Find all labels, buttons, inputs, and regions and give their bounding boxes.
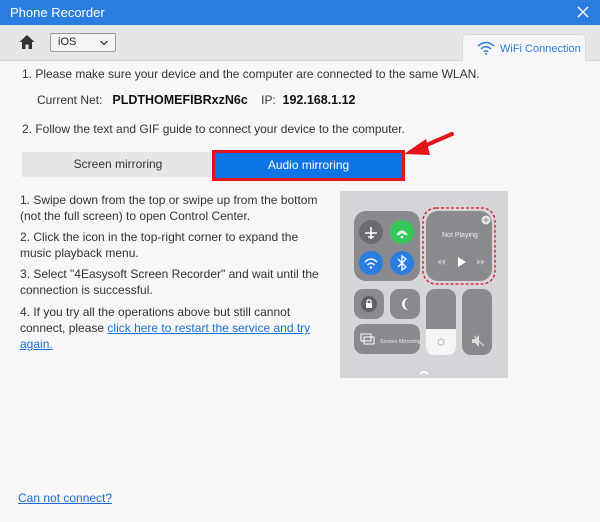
instruction-4: 4. If you try all the operations above b… [20, 304, 320, 352]
ip-label: IP: [261, 93, 276, 107]
main-content: 1. Please make sure your device and the … [0, 61, 600, 522]
device-select-value: iOS [58, 36, 77, 48]
home-icon[interactable] [18, 33, 36, 51]
screen-mirroring-text: Screen Mirroring [380, 339, 421, 345]
volume-slider [462, 289, 492, 355]
tab-wifi-connection[interactable]: WiFi Connection [462, 34, 586, 62]
not-playing-text: Not Playing [442, 232, 478, 239]
red-arrow-annotation [404, 132, 454, 155]
instruction-1: 1. Swipe down from the top or swipe up f… [20, 193, 318, 223]
instruction-2: 2. Click the icon in the top-right corne… [20, 230, 299, 260]
instruction-3: 3. Select "4Easysoft Screen Recorder" an… [20, 267, 319, 297]
window-title: Phone Recorder [10, 5, 105, 20]
current-net-label: Current Net: [37, 93, 103, 107]
tab-audio-mirroring[interactable]: Audio mirroring [212, 150, 405, 181]
cannot-connect-link[interactable]: Can not connect? [18, 491, 112, 505]
mirroring-tabs: Screen mirroring Audio mirroring [22, 150, 405, 181]
control-center-illustration: Not Playing Screen Mirroring [340, 191, 508, 378]
device-select[interactable]: iOS [50, 33, 116, 52]
close-icon[interactable] [575, 3, 591, 21]
audio-mirroring-label: Audio mirroring [267, 158, 350, 172]
step-1-text: 1. Please make sure your device and the … [22, 67, 480, 81]
toolbar: iOS WiFi Connection [0, 25, 600, 62]
wifi-tab-label: WiFi Connection [500, 43, 581, 55]
network-info: Current Net: PLDTHOMEFIBRxzN6c IP: 192.1… [37, 93, 356, 107]
wifi-icon [477, 41, 495, 55]
chevron-down-icon [100, 40, 108, 46]
step-2-text: 2. Follow the text and GIF guide to conn… [22, 122, 405, 136]
current-net-value: PLDTHOMEFIBRxzN6c [112, 93, 248, 107]
tab-screen-mirroring[interactable]: Screen mirroring [22, 152, 214, 177]
title-bar: Phone Recorder [0, 0, 600, 25]
ip-value: 192.168.1.12 [282, 93, 356, 107]
